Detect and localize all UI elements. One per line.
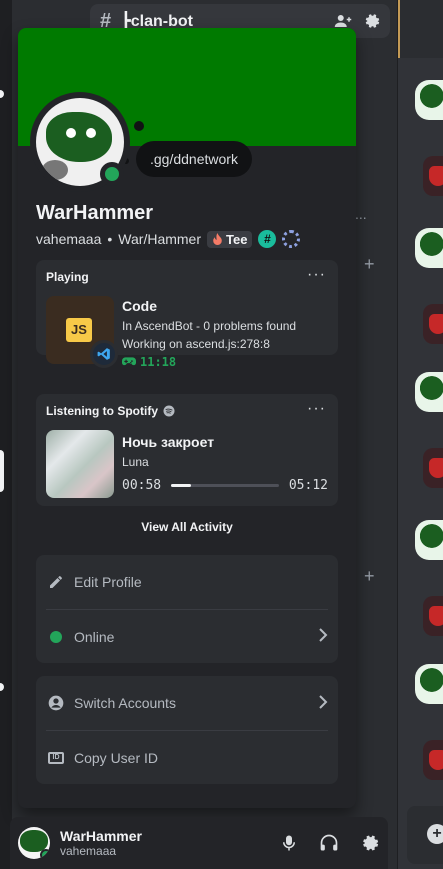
- activity-elapsed-text: 11:18: [140, 355, 177, 369]
- member-list-header: [398, 0, 443, 58]
- spotify-icon: [163, 405, 175, 417]
- profile-menu: Edit Profile Online: [36, 555, 338, 663]
- server-indicator: [0, 683, 4, 691]
- activity-heading: Playing: [46, 270, 89, 284]
- online-status-indicator: [40, 849, 50, 859]
- id-card-icon: ID: [46, 751, 66, 764]
- member-avatar[interactable]: [423, 156, 443, 196]
- pronouns: War/Hammer: [118, 231, 201, 247]
- account-menu: Switch Accounts ID Copy User ID: [36, 676, 338, 784]
- member-avatar[interactable]: [423, 740, 443, 780]
- user-info[interactable]: WarHammer vahemaaa: [60, 828, 278, 858]
- member-avatar[interactable]: [415, 372, 443, 412]
- status-label: Online: [74, 628, 115, 645]
- id-card-icon-text: ID: [48, 751, 64, 764]
- switch-accounts-label: Switch Accounts: [74, 695, 176, 711]
- switch-accounts-button[interactable]: Switch Accounts: [46, 676, 328, 730]
- user-username: vahemaaa: [60, 844, 117, 858]
- user-display-name: WarHammer: [60, 828, 142, 844]
- vscode-icon: [90, 340, 118, 368]
- member-avatar[interactable]: [415, 228, 443, 268]
- add-icon[interactable]: +: [364, 254, 375, 275]
- settings-gear-icon[interactable]: [358, 832, 380, 854]
- flame-icon: [213, 233, 222, 245]
- spotify-more-icon[interactable]: ···: [307, 400, 326, 418]
- album-art[interactable]: [46, 430, 114, 498]
- bubble-tail: [134, 121, 144, 131]
- microphone-icon[interactable]: [278, 832, 300, 854]
- gamepad-icon: [122, 357, 136, 366]
- activity-details: In AscendBot - 0 problems found: [122, 319, 297, 333]
- clan-tag[interactable]: Tee: [207, 230, 253, 248]
- track-artist[interactable]: Luna: [122, 455, 149, 469]
- track-progress: 00:58 05:12: [122, 478, 328, 493]
- user-avatar[interactable]: [18, 827, 50, 859]
- track-current-time: 00:58: [122, 478, 162, 493]
- js-icon: JS: [66, 318, 92, 342]
- member-list: [397, 0, 443, 869]
- headphones-icon[interactable]: [318, 832, 340, 854]
- user-circle-icon: [46, 695, 66, 711]
- member-avatar[interactable]: [415, 520, 443, 560]
- activity-state: Working on ascend.js:278:8: [122, 337, 270, 351]
- online-status-indicator: [100, 162, 124, 186]
- track-total-time: 05:12: [288, 478, 328, 493]
- copy-user-id-button[interactable]: ID Copy User ID: [46, 730, 328, 784]
- profile-tagline: vahemaaa • War/Hammer Tee #: [36, 230, 301, 248]
- chevron-right-icon: [318, 628, 328, 645]
- nitro-badge-icon[interactable]: [282, 230, 301, 248]
- server-indicator-selected: [0, 450, 4, 492]
- user-panel: WarHammer vahemaaa: [10, 817, 388, 869]
- server-rail: [0, 0, 12, 869]
- activity-elapsed: 11:18: [122, 355, 176, 369]
- more-options-icon[interactable]: ...: [355, 206, 367, 222]
- member-avatar[interactable]: [415, 80, 443, 120]
- progress-bar-fill: [171, 484, 192, 487]
- plus-icon: +: [427, 824, 443, 844]
- add-icon[interactable]: +: [364, 566, 375, 587]
- member-avatar[interactable]: [423, 596, 443, 636]
- custom-status-bubble[interactable]: .gg/ddnetwork: [136, 141, 252, 177]
- chevron-right-icon: [318, 694, 328, 712]
- status-selector[interactable]: Online: [46, 609, 328, 663]
- clan-tag-label: Tee: [226, 231, 248, 247]
- spotify-heading: Listening to Spotify: [46, 404, 175, 418]
- member-avatar[interactable]: [423, 448, 443, 488]
- username: vahemaaa: [36, 231, 102, 247]
- view-all-activity-button[interactable]: View All Activity: [18, 520, 356, 534]
- activity-more-icon[interactable]: ···: [307, 266, 326, 284]
- member-avatar[interactable]: [423, 304, 443, 344]
- progress-bar[interactable]: [171, 484, 279, 487]
- track-title[interactable]: Ночь закроет: [122, 434, 214, 450]
- server-indicator: [0, 90, 4, 98]
- activity-title: Code: [122, 298, 157, 314]
- copy-user-id-label: Copy User ID: [74, 749, 159, 766]
- edit-profile-label: Edit Profile: [74, 574, 142, 590]
- edit-profile-button[interactable]: Edit Profile: [46, 555, 328, 609]
- online-status-icon: [46, 630, 66, 643]
- activity-card: Playing ··· JS Code In AscendBot - 0 pro…: [36, 260, 338, 369]
- profile-popout: .gg/ddnetwork WarHammer vahemaaa • War/H…: [18, 28, 356, 808]
- separator: •: [107, 231, 113, 247]
- spotify-card: Listening to Spotify ··· Ночь закроет Lu…: [36, 394, 338, 506]
- hashtag-badge-icon[interactable]: #: [258, 230, 277, 248]
- pencil-icon: [46, 574, 66, 590]
- spotify-heading-text: Listening to Spotify: [46, 404, 158, 418]
- member-avatar[interactable]: [415, 664, 443, 704]
- add-button[interactable]: +: [407, 806, 443, 864]
- display-name: WarHammer: [36, 202, 154, 224]
- gear-icon[interactable]: [362, 12, 380, 30]
